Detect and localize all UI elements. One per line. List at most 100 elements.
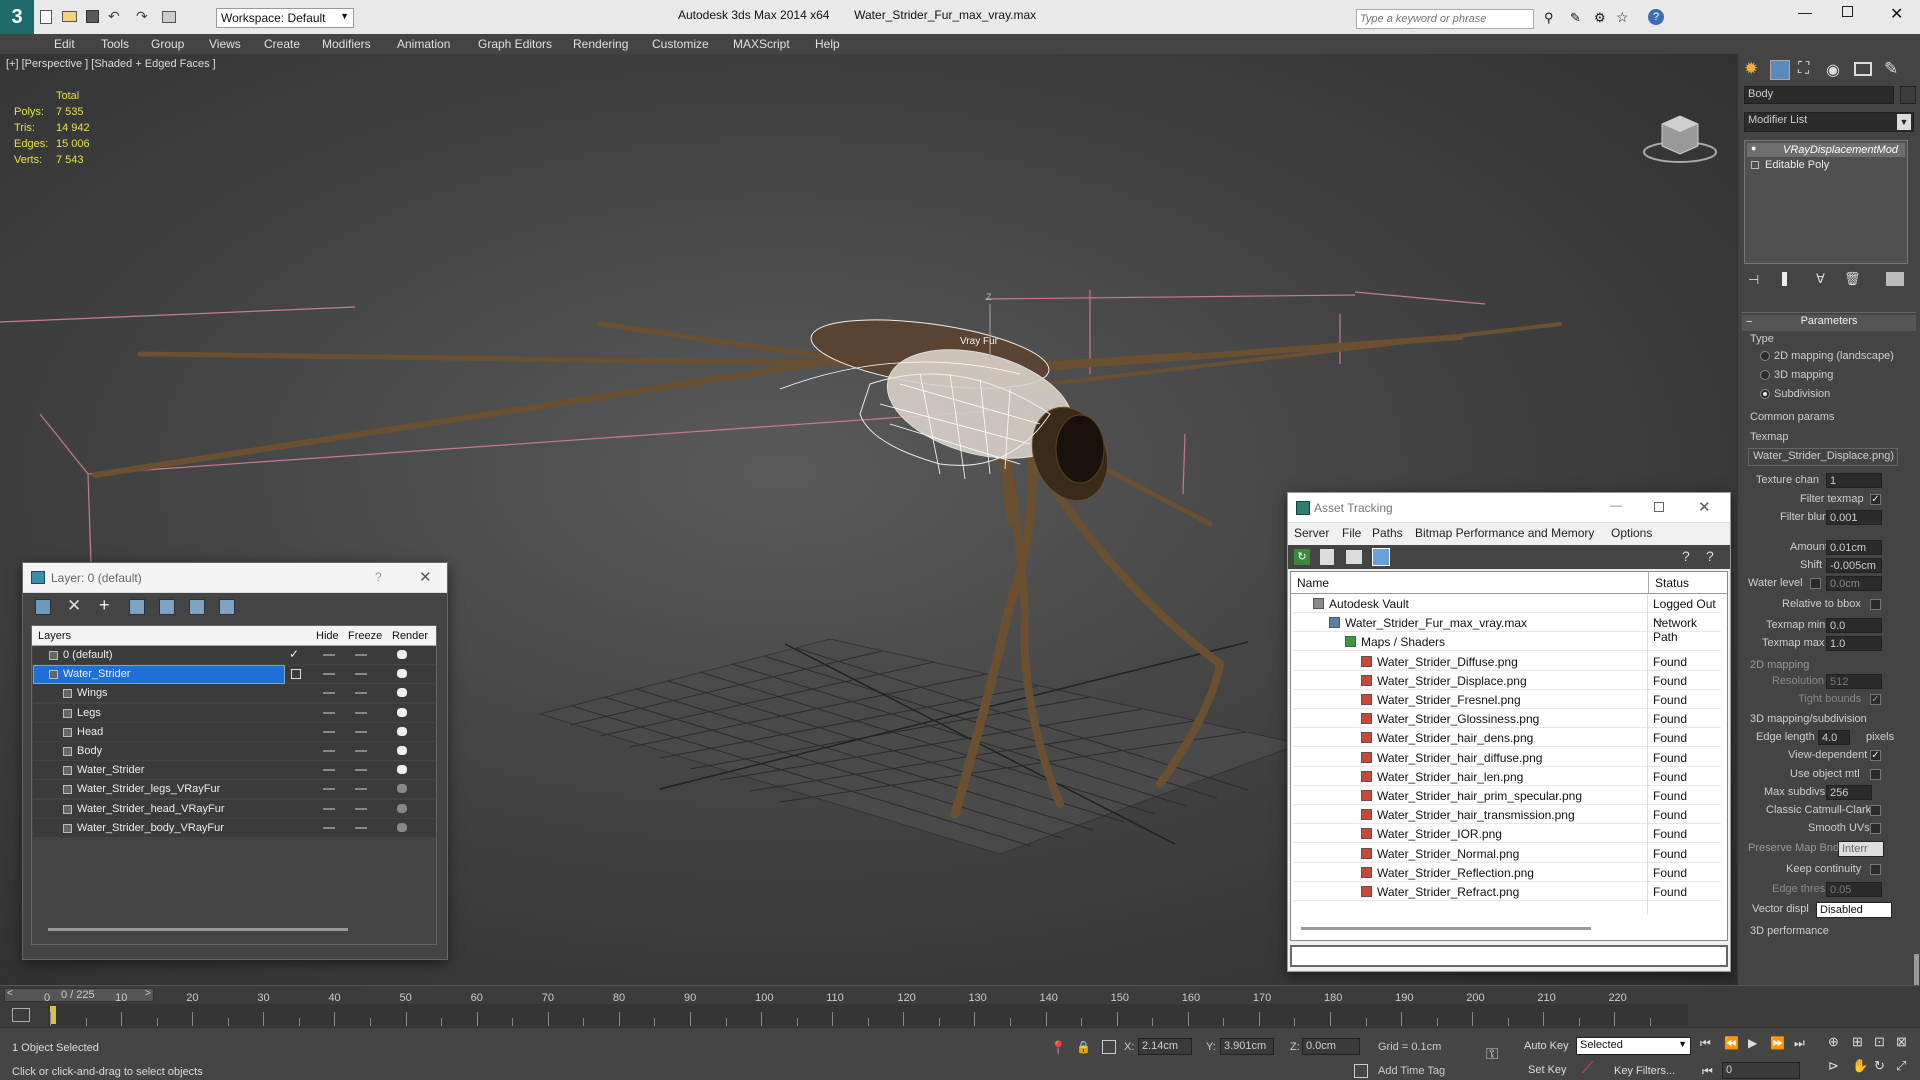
set-key-icon[interactable]: ⟋: [1582, 1060, 1593, 1078]
freeze-all-icon[interactable]: [219, 599, 235, 615]
amount-spinner[interactable]: 0.01cm: [1826, 540, 1882, 555]
layer-name[interactable]: Water_Strider: [77, 764, 144, 776]
auto-key-button[interactable]: Auto Key: [1524, 1040, 1569, 1052]
layer-row[interactable]: Water_Strider_body_VRayFur: [33, 818, 436, 838]
layer-row[interactable]: Legs: [33, 703, 436, 723]
view-dependent-checkbox[interactable]: ✓: [1870, 750, 1881, 761]
redo-icon[interactable]: ↷: [136, 8, 148, 25]
texmap-button[interactable]: Water_Strider_Displace.png): [1748, 448, 1898, 466]
maximize-viewport-icon[interactable]: ⤢: [1896, 1058, 1906, 1074]
object-name-field[interactable]: Body: [1744, 86, 1894, 104]
hide-toggle[interactable]: [323, 750, 335, 752]
shift-spinner[interactable]: -0.005cm: [1826, 558, 1882, 573]
smooth-uvs-checkbox[interactable]: [1870, 823, 1881, 834]
freeze-toggle[interactable]: [355, 730, 367, 733]
freeze-toggle[interactable]: [355, 673, 367, 676]
layer-row[interactable]: Water_Strider_head_VRayFur: [33, 799, 436, 819]
preserve-map-dropdown[interactable]: Interr: [1838, 841, 1884, 857]
hierarchy-tab-icon[interactable]: ⛶: [1798, 60, 1809, 78]
key-set-dropdown[interactable]: Selected ▼: [1576, 1037, 1691, 1055]
texmap-max-spinner[interactable]: 1.0: [1826, 636, 1882, 651]
freeze-toggle[interactable]: [355, 711, 367, 714]
menu-group[interactable]: Group: [151, 37, 184, 51]
layer-row[interactable]: Water_Strider_legs_VRayFur: [33, 780, 436, 800]
search-input[interactable]: [1357, 10, 1533, 28]
layer-close-icon[interactable]: ✕: [419, 568, 432, 586]
asset-path-field[interactable]: [1290, 945, 1728, 967]
texmap-min-spinner[interactable]: 0.0: [1826, 618, 1882, 633]
radio-subdivision[interactable]: [1760, 389, 1770, 399]
col-name[interactable]: Name: [1297, 576, 1329, 590]
layer-name[interactable]: Water_Strider_body_VRayFur: [77, 822, 224, 834]
layer-row[interactable]: Body: [33, 742, 436, 761]
asset-row[interactable]: Water_Strider_Refract.png Found: [1293, 882, 1721, 901]
isolate-selection-icon[interactable]: 📍: [1050, 1040, 1066, 1056]
next-frame-icon[interactable]: >: [145, 988, 151, 999]
menu-rendering[interactable]: Rendering: [573, 37, 628, 51]
delete-layer-icon[interactable]: ✕: [67, 596, 81, 616]
render-teapot-icon[interactable]: [397, 803, 407, 813]
menu-tools[interactable]: Tools: [101, 37, 129, 51]
add-to-layer-icon[interactable]: +: [99, 595, 110, 616]
layer-row[interactable]: Head: [33, 722, 436, 742]
key-mode-toggle-icon[interactable]: ⏮: [1702, 1064, 1713, 1079]
freeze-toggle[interactable]: [355, 750, 367, 752]
render-teapot-icon[interactable]: [397, 669, 407, 679]
asset-row[interactable]: Maps / Shaders: [1293, 632, 1721, 652]
asset-row[interactable]: Water_Strider_hair_diffuse.png Found: [1293, 748, 1721, 767]
render-teapot-icon[interactable]: [397, 688, 407, 698]
undo-icon[interactable]: ↶: [108, 8, 120, 25]
goto-end-icon[interactable]: ⏭: [1794, 1036, 1805, 1051]
render-teapot-icon[interactable]: [397, 707, 407, 717]
asset-close-icon[interactable]: ✕: [1698, 498, 1711, 516]
zoom-extents-icon[interactable]: ⊡: [1874, 1034, 1885, 1050]
layer-help-button[interactable]: ?: [375, 570, 382, 584]
save-file-icon[interactable]: [86, 10, 99, 23]
layer-name[interactable]: Body: [77, 745, 102, 757]
asset-row[interactable]: Water_Strider_Fur_max_vray.max Network Pa…: [1293, 613, 1721, 644]
col-status[interactable]: Status: [1655, 576, 1689, 590]
menu-graph-editors[interactable]: Graph Editors: [478, 37, 552, 51]
asset-menu-paths[interactable]: Paths: [1372, 526, 1403, 540]
render-teapot-icon[interactable]: [397, 650, 407, 659]
field-of-view-icon[interactable]: ⊳: [1828, 1058, 1839, 1074]
remove-modifier-icon[interactable]: 🗑: [1844, 271, 1861, 287]
show-end-result-icon[interactable]: [1782, 272, 1787, 286]
table-view-icon[interactable]: [1346, 550, 1362, 564]
layer-row[interactable]: Wings: [33, 684, 436, 704]
render-teapot-icon[interactable]: [397, 726, 407, 736]
parameters-rollout-header[interactable]: − Parameters: [1742, 315, 1916, 331]
layer-name[interactable]: Water_Strider: [63, 668, 130, 680]
current-frame-field[interactable]: 0: [1722, 1062, 1800, 1079]
grid-view-icon[interactable]: [1372, 548, 1390, 566]
time-slider[interactable]: < 0 / 225 >: [4, 988, 154, 1002]
asset-row[interactable]: Water_Strider_Normal.png Found: [1293, 844, 1721, 863]
open-file-icon[interactable]: [62, 11, 77, 22]
hide-toggle[interactable]: [323, 673, 335, 676]
orbit-icon[interactable]: ↻: [1874, 1058, 1885, 1074]
asset-row[interactable]: Water_Strider_Glossiness.png Found: [1293, 709, 1721, 729]
prev-key-icon[interactable]: ⏪: [1724, 1036, 1739, 1050]
current-layer-checkbox[interactable]: [291, 669, 301, 680]
layer-name[interactable]: 0 (default): [63, 649, 113, 661]
relative-bbox-checkbox[interactable]: [1870, 599, 1881, 610]
col-render[interactable]: Render: [392, 630, 428, 642]
select-objects-icon[interactable]: [129, 599, 145, 615]
menu-modifiers[interactable]: Modifiers: [322, 37, 371, 51]
communication-center-icon[interactable]: ✎: [1570, 10, 1581, 26]
menu-customize[interactable]: Customize: [652, 37, 709, 51]
modifier-list-dropdown[interactable]: Modifier List ▼: [1744, 112, 1914, 132]
set-key-button[interactable]: Set Key: [1528, 1064, 1567, 1076]
zoom-extents-all-icon[interactable]: ⊠: [1896, 1034, 1907, 1050]
render-teapot-icon[interactable]: [397, 765, 407, 775]
key-filters-button[interactable]: Key Filters...: [1614, 1065, 1675, 1077]
zoom-all-icon[interactable]: ⊞: [1852, 1034, 1863, 1050]
play-icon[interactable]: ▶: [1748, 1036, 1757, 1050]
highlight-layer-icon[interactable]: [159, 599, 175, 615]
favorites-star-icon[interactable]: ☆: [1616, 9, 1629, 26]
app-logo[interactable]: 3: [0, 0, 34, 34]
project-folder-icon[interactable]: [162, 11, 176, 23]
render-teapot-icon[interactable]: [397, 822, 407, 832]
lightbulb-icon[interactable]: ●: [1751, 143, 1756, 153]
key-mode-icon[interactable]: ⚿: [1486, 1046, 1498, 1064]
